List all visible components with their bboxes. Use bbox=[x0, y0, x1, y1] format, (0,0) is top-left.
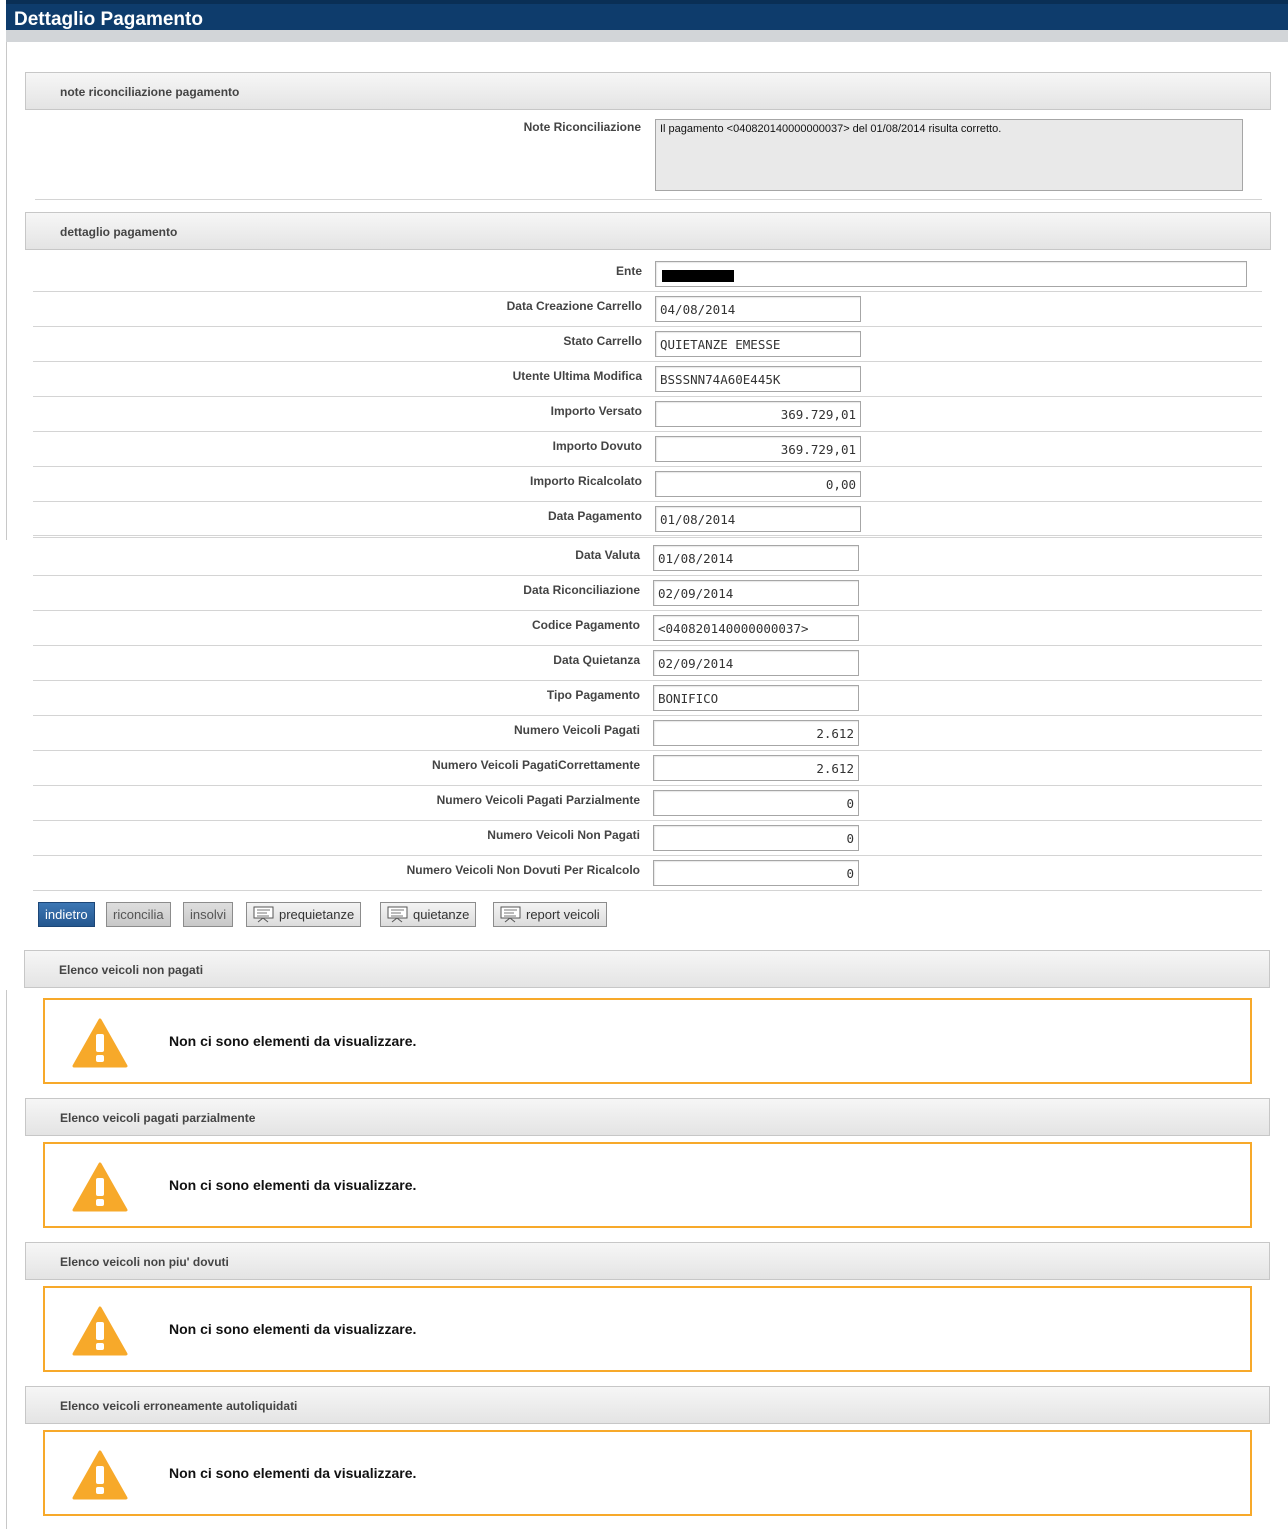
indietro-button[interactable]: indietro bbox=[38, 902, 95, 927]
page-title: Dettaglio Pagamento bbox=[6, 0, 1288, 30]
field-row-veicoli-pagati: Numero Veicoli Pagati 2.612 bbox=[33, 716, 1262, 751]
field-row-veicoli-non-dovuti: Numero Veicoli Non Dovuti Per Ricalcolo … bbox=[33, 856, 1262, 891]
report-veicoli-button[interactable]: report veicoli bbox=[493, 902, 607, 927]
field-label: Numero Veicoli Pagati Parzialmente bbox=[436, 793, 640, 807]
insolvi-button[interactable]: insolvi bbox=[183, 902, 234, 927]
presentation-icon bbox=[253, 906, 274, 923]
field-row-data-pagamento: Data Pagamento 01/08/2014 bbox=[33, 502, 1262, 538]
redacted-value bbox=[662, 269, 734, 282]
field-label: Data Quietanza bbox=[553, 653, 640, 667]
field-label: Numero Veicoli Pagati bbox=[513, 723, 640, 737]
field-row-importo-versato: Importo Versato 369.729,01 bbox=[33, 397, 1262, 432]
prequietanze-label: prequietanze bbox=[279, 907, 355, 922]
field-row-codice-pagamento: Codice Pagamento <040820140000000037> bbox=[33, 611, 1262, 646]
empty-message: Non ci sono elementi da visualizzare. bbox=[169, 1177, 417, 1193]
data-riconciliazione-field[interactable]: 02/09/2014 bbox=[653, 580, 859, 606]
field-label: Importo Versato bbox=[550, 404, 642, 418]
stato-carrello-field[interactable]: QUIETANZE EMESSE bbox=[655, 331, 861, 357]
section-header-non-piu-dovuti: Elenco veicoli non piu' dovuti bbox=[25, 1242, 1270, 1280]
data-valuta-field[interactable]: 01/08/2014 bbox=[653, 545, 859, 571]
field-row-data-riconciliazione: Data Riconciliazione 02/09/2014 bbox=[33, 576, 1262, 611]
veicoli-pagati-correttamente-field[interactable]: 2.612 bbox=[653, 755, 859, 781]
riconcilia-button[interactable]: riconcilia bbox=[106, 902, 171, 927]
warning-icon bbox=[72, 1450, 128, 1500]
section-header-notes: note riconciliazione pagamento bbox=[25, 72, 1271, 110]
quietanze-button[interactable]: quietanze bbox=[380, 902, 477, 927]
empty-warning: Non ci sono elementi da visualizzare. bbox=[43, 1430, 1252, 1516]
veicoli-non-pagati-field[interactable]: 0 bbox=[653, 825, 859, 851]
field-row-data-creazione: Data Creazione Carrello 04/08/2014 bbox=[33, 292, 1262, 327]
section-header-autoliquidati: Elenco veicoli erroneamente autoliquidat… bbox=[25, 1386, 1270, 1424]
field-row-tipo-pagamento: Tipo Pagamento BONIFICO bbox=[33, 681, 1262, 716]
section-header-non-pagati: Elenco veicoli non pagati bbox=[24, 950, 1270, 988]
divider bbox=[6, 990, 7, 1529]
empty-message: Non ci sono elementi da visualizzare. bbox=[169, 1033, 417, 1049]
section-header-pagati-parzialmente: Elenco veicoli pagati parzialmente bbox=[25, 1098, 1270, 1136]
importo-versato-field[interactable]: 369.729,01 bbox=[655, 401, 861, 427]
divider bbox=[6, 42, 7, 540]
empty-message: Non ci sono elementi da visualizzare. bbox=[169, 1321, 417, 1337]
importo-ricalcolato-field[interactable]: 0,00 bbox=[655, 471, 861, 497]
field-label: Data Creazione Carrello bbox=[506, 299, 642, 313]
notes-label: Note Riconciliazione bbox=[523, 120, 641, 134]
field-row-importo-ricalcolato: Importo Ricalcolato 0,00 bbox=[33, 467, 1262, 502]
field-row-utente: Utente Ultima Modifica BSSSNN74A60E445K bbox=[33, 362, 1262, 397]
field-label: Ente bbox=[615, 264, 642, 278]
data-pagamento-field[interactable]: 01/08/2014 bbox=[655, 506, 861, 532]
field-label: Data Riconciliazione bbox=[523, 583, 640, 597]
field-row-veicoli-pagati-parzialmente: Numero Veicoli Pagati Parzialmente 0 bbox=[33, 786, 1262, 821]
field-label: Numero Veicoli PagatiCorrettamente bbox=[431, 758, 640, 772]
field-label: Codice Pagamento bbox=[531, 618, 640, 632]
field-row-importo-dovuto: Importo Dovuto 369.729,01 bbox=[33, 432, 1262, 467]
utente-field[interactable]: BSSSNN74A60E445K bbox=[655, 366, 861, 392]
field-label: Importo Ricalcolato bbox=[529, 474, 642, 488]
data-creazione-field[interactable]: 04/08/2014 bbox=[655, 296, 861, 322]
field-row-data-quietanza: Data Quietanza 02/09/2014 bbox=[33, 646, 1262, 681]
field-label: Tipo Pagamento bbox=[546, 688, 640, 702]
empty-warning: Non ci sono elementi da visualizzare. bbox=[43, 1286, 1252, 1372]
divider bbox=[35, 199, 1262, 200]
field-row-ente: Ente bbox=[33, 257, 1262, 292]
field-row-veicoli-pagati-correttamente: Numero Veicoli PagatiCorrettamente 2.612 bbox=[33, 751, 1262, 786]
field-label: Data Pagamento bbox=[547, 509, 642, 523]
veicoli-pagati-parzialmente-field[interactable]: 0 bbox=[653, 790, 859, 816]
warning-icon bbox=[72, 1018, 128, 1068]
empty-warning: Non ci sono elementi da visualizzare. bbox=[43, 1142, 1252, 1228]
warning-icon bbox=[72, 1306, 128, 1356]
tipo-pagamento-field[interactable]: BONIFICO bbox=[653, 685, 859, 711]
data-quietanza-field[interactable]: 02/09/2014 bbox=[653, 650, 859, 676]
prequietanze-button[interactable]: prequietanze bbox=[246, 902, 362, 927]
field-label: Importo Dovuto bbox=[552, 439, 642, 453]
field-row-data-valuta: Data Valuta 01/08/2014 bbox=[33, 541, 1262, 576]
field-row-veicoli-non-pagati: Numero Veicoli Non Pagati 0 bbox=[33, 821, 1262, 856]
veicoli-pagati-field[interactable]: 2.612 bbox=[653, 720, 859, 746]
field-label: Numero Veicoli Non Dovuti Per Ricalcolo bbox=[406, 863, 640, 877]
importo-dovuto-field[interactable]: 369.729,01 bbox=[655, 436, 861, 462]
title-underline bbox=[6, 30, 1288, 42]
presentation-icon bbox=[387, 906, 408, 923]
empty-warning: Non ci sono elementi da visualizzare. bbox=[43, 998, 1252, 1084]
ente-field[interactable] bbox=[655, 261, 1247, 287]
field-label: Data Valuta bbox=[575, 548, 640, 562]
section-header-detail: dettaglio pagamento bbox=[25, 212, 1271, 250]
field-row-stato-carrello: Stato Carrello QUIETANZE EMESSE bbox=[33, 327, 1262, 362]
report-veicoli-label: report veicoli bbox=[526, 907, 600, 922]
quietanze-label: quietanze bbox=[413, 907, 470, 922]
presentation-icon bbox=[500, 906, 521, 923]
veicoli-non-dovuti-field[interactable]: 0 bbox=[653, 860, 859, 886]
notes-textarea[interactable]: Il pagamento <040820140000000037> del 01… bbox=[655, 119, 1243, 191]
field-label: Numero Veicoli Non Pagati bbox=[487, 828, 640, 842]
codice-pagamento-field[interactable]: <040820140000000037> bbox=[653, 615, 859, 641]
field-label: Utente Ultima Modifica bbox=[512, 369, 642, 383]
field-label: Stato Carrello bbox=[563, 334, 642, 348]
empty-message: Non ci sono elementi da visualizzare. bbox=[169, 1465, 417, 1481]
warning-icon bbox=[72, 1162, 128, 1212]
